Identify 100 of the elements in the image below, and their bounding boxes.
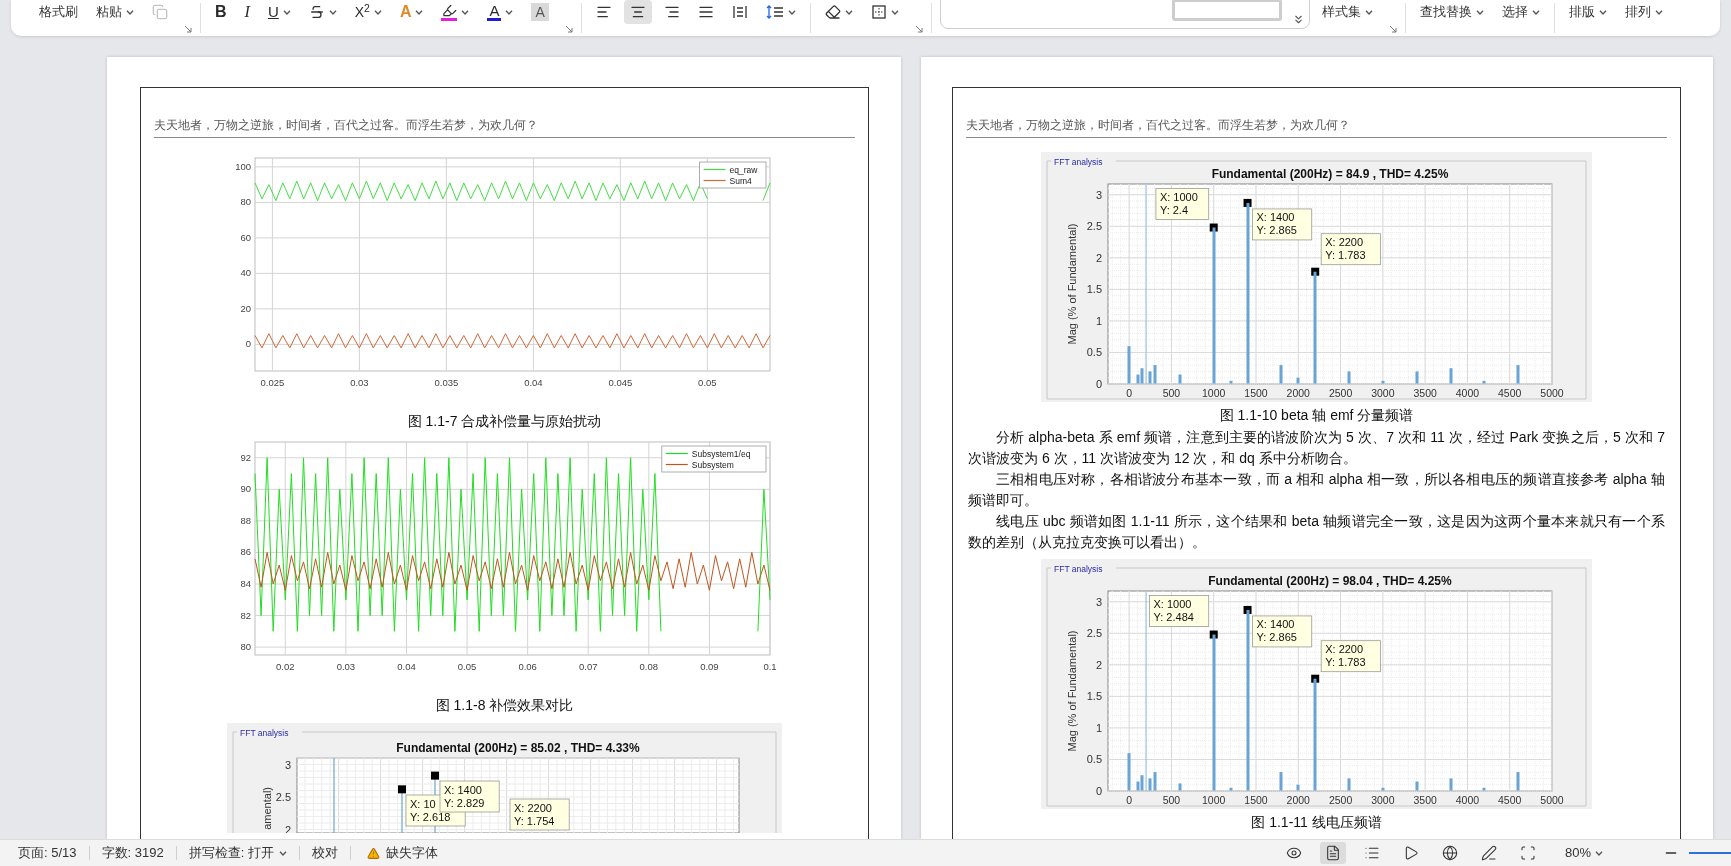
figure-caption: 图 1.1-11 线电压频谱 bbox=[1251, 813, 1382, 832]
data-tip-text: Y: 2.618 bbox=[410, 810, 451, 823]
legend-label: Subsystem1/eq bbox=[691, 448, 750, 459]
axis-tick-label: 500 bbox=[1162, 387, 1181, 399]
axis-tick-label: 2 bbox=[284, 823, 291, 833]
body-paragraph: 线电压 ubc 频谱如图 1.1-11 所示，这个结果和 beta 轴频谱完全一致，这是因为这两个量本来就只有一个系数的差别（从克拉克变换可以看出）。 bbox=[967, 512, 1666, 552]
toolbar-button[interactable]: 排版 bbox=[1562, 0, 1613, 24]
axis-tick-label: 2.5 bbox=[1086, 220, 1102, 233]
axis-tick-label: 60 bbox=[239, 231, 251, 243]
axis-tick-label: 2000 bbox=[1286, 794, 1310, 806]
zoom-level-button[interactable]: 80% bbox=[1562, 843, 1605, 863]
axis-tick-label: 88 bbox=[239, 514, 251, 526]
axis-tick-label: 0.08 bbox=[639, 661, 658, 672]
body-paragraph: 三相相电压对称，各相谐波分布基本一致，而 a 相和 alpha 相一致，所以各相电压的频谱直接参考 alpha 轴频谱即可。 bbox=[967, 470, 1666, 510]
axis-tick-label: 4500 bbox=[1498, 387, 1522, 399]
toolbar-button[interactable]: I bbox=[238, 0, 256, 24]
axis-tick-label: 90 bbox=[239, 483, 251, 495]
toolbar-button[interactable]: 粘贴 bbox=[90, 0, 140, 24]
axis-tick-label: 1500 bbox=[1244, 794, 1268, 806]
toolbar-button[interactable]: 选择 bbox=[1495, 0, 1546, 24]
axis-tick-label: 500 bbox=[1162, 794, 1181, 806]
toolbar-button[interactable]: U bbox=[261, 0, 297, 24]
data-tip-text: X: 2200 bbox=[1325, 236, 1364, 249]
toolbar-button[interactable]: 格式刷 bbox=[33, 0, 84, 24]
axis-tick-label: 0.04 bbox=[396, 661, 416, 672]
axis-tick-label: 3500 bbox=[1413, 387, 1437, 399]
axis-tick-label: 2500 bbox=[1328, 387, 1353, 399]
toolbar-button[interactable]: B bbox=[209, 0, 233, 24]
axis-tick-label: 2 bbox=[1095, 251, 1102, 264]
data-tip-text: X: 10 bbox=[410, 797, 436, 810]
page-header-text: 夫天地者，万物之逆旅，时间者，百代之过客。而浮生若梦，为欢几何？ bbox=[154, 118, 538, 132]
axis-tick-label: 4000 bbox=[1455, 387, 1480, 399]
axis-tick-label: 0.05 bbox=[457, 661, 476, 672]
legend-label: eq_raw bbox=[729, 164, 757, 175]
axis-tick-label: 0 bbox=[1095, 785, 1102, 797]
status-button[interactable]: 缺失字体 bbox=[360, 843, 444, 863]
toolbar-button[interactable]: 样式集 bbox=[1315, 0, 1379, 24]
axis-tick-label: 1 bbox=[1095, 314, 1102, 327]
data-tip-text: X: 1000 bbox=[1159, 191, 1198, 204]
toolbar-button[interactable]: 排列 bbox=[1618, 0, 1669, 24]
axis-tick-label: 0.04 bbox=[523, 377, 543, 388]
toolbar-button[interactable]: X$^{2}$ bbox=[348, 0, 388, 24]
axis-tick-label: 4500 bbox=[1498, 794, 1522, 806]
axis-tick-label: 0 bbox=[1095, 378, 1102, 390]
figure-caption: 图 1.1-7 合成补偿量与原始扰动 bbox=[407, 412, 602, 431]
axis-label: Mag (% of Fundamental) bbox=[1066, 630, 1078, 752]
status-button[interactable]: 页面: 5/13 bbox=[16, 843, 79, 863]
axis-tick-label: 5000 bbox=[1540, 794, 1564, 806]
data-tip-text: Y: 2.829 bbox=[444, 796, 485, 809]
axis-tick-label: 92 bbox=[239, 451, 251, 463]
axis-label: Mag (% of Fundamental) bbox=[1066, 223, 1078, 345]
axis-tick-label: 40 bbox=[239, 267, 251, 279]
axis-tick-label: 86 bbox=[239, 546, 251, 558]
axis-tick-label: 0.03 bbox=[349, 377, 369, 388]
axis-tick-label: 3 bbox=[1095, 188, 1102, 201]
axis-tick-label: 0.02 bbox=[275, 661, 295, 672]
axis-tick-label: 0.025 bbox=[260, 377, 284, 388]
axis-tick-label: 3000 bbox=[1371, 387, 1395, 399]
legend-label: Sum4 bbox=[729, 175, 752, 186]
toolbar-button[interactable]: A bbox=[481, 0, 520, 24]
axis-tick-label: 82 bbox=[239, 609, 251, 621]
toolbar-button[interactable]: 查找替换 bbox=[1413, 0, 1490, 24]
body-paragraph: 分析 alpha-beta 系 emf 频谱，注意到主要的谐波阶次为 5 次、7 次和 11 次，经过 Park 变换之后，5 次和 7 次谐波变为 6 次，11 次谐波变为 12 次，和 dq 系中分析吻合。 bbox=[967, 428, 1666, 468]
axis-tick-label: 2 bbox=[1095, 658, 1102, 671]
axis-tick-label: 0.07 bbox=[578, 661, 597, 672]
data-tip-text: Y: 1.783 bbox=[1325, 249, 1366, 262]
axis-tick-label: 0.045 bbox=[608, 377, 632, 388]
data-tip-text: Y: 2.484 bbox=[1153, 611, 1194, 624]
axis-tick-label: 2.5 bbox=[275, 791, 291, 803]
axis-tick-label: 1 bbox=[1095, 721, 1102, 734]
data-tip-text: X: 2200 bbox=[514, 801, 552, 814]
axis-tick-label: 1500 bbox=[1244, 387, 1268, 399]
axis-tick-label: 3500 bbox=[1413, 794, 1437, 806]
axis-tick-label: 5000 bbox=[1540, 387, 1564, 399]
axis-tick-label: 0.035 bbox=[434, 377, 458, 388]
status-button[interactable]: 拼写检查: 打开 bbox=[186, 843, 289, 863]
data-tip-text: Y: 2.865 bbox=[1256, 631, 1297, 644]
chart-title: Fundamental (200Hz) = 98.04 , THD= 4.25% bbox=[1208, 574, 1452, 588]
axis-tick-label: 3000 bbox=[1371, 794, 1395, 806]
axis-tick-label: 1000 bbox=[1202, 794, 1226, 806]
axis-tick-label: 0 bbox=[1126, 387, 1133, 399]
axis-tick-label: 80 bbox=[239, 196, 251, 208]
data-tip-text: X: 1400 bbox=[444, 783, 482, 796]
group-box-label: FFT analysis bbox=[240, 727, 289, 738]
figure-caption: 图 1.1-10 beta 轴 emf 分量频谱 bbox=[1219, 406, 1414, 425]
data-tip-text: Y: 2.4 bbox=[1159, 204, 1189, 217]
axis-tick-label: 0.03 bbox=[336, 661, 355, 672]
data-tip-text: Y: 1.754 bbox=[514, 814, 555, 827]
axis-tick-label: 1000 bbox=[1202, 387, 1226, 399]
axis-tick-label: 0 bbox=[1126, 794, 1133, 806]
status-button[interactable]: 校对 bbox=[309, 843, 340, 863]
axis-tick-label: 0.06 bbox=[517, 661, 537, 672]
chart-title: Fundamental (200Hz) = 85.02 , THD= 4.33% bbox=[396, 741, 640, 755]
axis-tick-label: 84 bbox=[239, 578, 251, 589]
axis-tick-label: 0.09 bbox=[699, 661, 719, 672]
axis-tick-label: 0.5 bbox=[1086, 346, 1102, 359]
toolbar-button[interactable]: A bbox=[525, 0, 555, 24]
data-tip-text: X: 1400 bbox=[1256, 618, 1295, 631]
axis-tick-label: 2000 bbox=[1286, 387, 1310, 399]
status-button[interactable]: 字数: 3192 bbox=[99, 843, 166, 863]
